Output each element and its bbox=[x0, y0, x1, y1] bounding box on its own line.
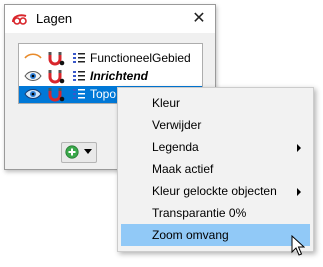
menu-item-label: Legenda bbox=[152, 140, 199, 154]
menu-item-label: Maak actief bbox=[152, 162, 214, 176]
eye-icon[interactable] bbox=[24, 69, 42, 83]
menu-item-zoom-omvang[interactable]: Zoom omvang bbox=[121, 224, 310, 246]
menu-item-label: Kleur bbox=[152, 96, 181, 110]
window-title: Lagen bbox=[36, 11, 73, 26]
eye-icon[interactable] bbox=[24, 51, 42, 65]
menu-item-maak-actief[interactable]: Maak actief bbox=[121, 158, 310, 180]
layer-row[interactable]: FunctioneelGebied bbox=[19, 50, 202, 67]
magnet-icon[interactable] bbox=[47, 87, 65, 102]
legend-icon[interactable] bbox=[72, 51, 86, 65]
menu-item-label: Verwijder bbox=[152, 118, 202, 132]
legend-icon[interactable] bbox=[72, 69, 86, 83]
context-menu: Kleur Verwijder Legenda Maak actief Kleu… bbox=[117, 87, 314, 252]
add-layer-icon bbox=[65, 145, 79, 159]
submenu-arrow-icon bbox=[297, 144, 301, 152]
eye-icon[interactable] bbox=[24, 87, 42, 101]
magnet-icon[interactable] bbox=[47, 51, 65, 66]
menu-item-legenda[interactable]: Legenda bbox=[121, 136, 310, 158]
title-bar[interactable]: Lagen ✕ bbox=[5, 5, 215, 33]
menu-item-verwijder[interactable]: Verwijder bbox=[121, 114, 310, 136]
submenu-arrow-icon bbox=[297, 188, 301, 196]
menu-item-transparantie[interactable]: Transparantie 0% bbox=[121, 202, 310, 224]
layer-name: Inrichtend bbox=[90, 69, 149, 83]
chevron-down-icon bbox=[84, 149, 92, 154]
menu-item-label: Transparantie 0% bbox=[152, 206, 247, 220]
layer-name: FunctioneelGebied bbox=[90, 51, 191, 65]
menu-item-kleur[interactable]: Kleur bbox=[121, 92, 310, 114]
layer-row-active[interactable]: Inrichtend bbox=[19, 68, 202, 85]
magnet-icon[interactable] bbox=[47, 69, 65, 84]
app-logo-icon bbox=[12, 14, 27, 25]
close-icon: ✕ bbox=[192, 10, 206, 27]
menu-item-kleur-gelockte-objecten[interactable]: Kleur gelockte objecten bbox=[121, 180, 310, 202]
menu-item-label: Kleur gelockte objecten bbox=[152, 184, 277, 198]
add-layer-button[interactable] bbox=[61, 142, 97, 163]
legend-icon[interactable] bbox=[72, 87, 86, 101]
mouse-cursor-icon bbox=[291, 235, 305, 256]
menu-item-label: Zoom omvang bbox=[152, 228, 229, 242]
close-button[interactable]: ✕ bbox=[189, 9, 209, 29]
layer-name: Topo bbox=[90, 87, 117, 101]
